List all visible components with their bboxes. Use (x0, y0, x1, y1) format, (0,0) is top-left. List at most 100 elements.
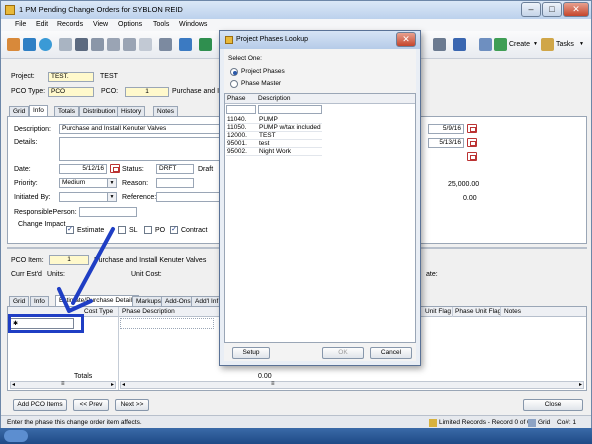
tab-info[interactable]: Info (29, 105, 48, 116)
phase-master-radio[interactable] (230, 80, 238, 88)
chevron-down-icon[interactable]: ▼ (107, 193, 116, 201)
col-phase[interactable]: Phase (227, 95, 245, 102)
po-checkbox[interactable] (144, 226, 152, 234)
open-icon[interactable] (59, 38, 72, 51)
create-icon[interactable] (494, 38, 507, 51)
list-item[interactable]: 11050. PUMP w/tax included (226, 124, 322, 132)
scroll-right-icon[interactable]: ▸ (579, 381, 582, 388)
calendar-icon[interactable] (110, 164, 120, 173)
options-icon[interactable] (433, 38, 446, 51)
prev-button[interactable]: << Prev (73, 399, 109, 411)
title-bar[interactable]: 1 PM Pending Change Orders for SYBLON RE… (1, 1, 591, 19)
attach-icon[interactable] (139, 38, 152, 51)
maximize-button[interactable]: □ (542, 2, 562, 17)
list-item[interactable]: 12000. TEST (226, 132, 322, 140)
tab-markups[interactable]: Markups (132, 296, 165, 306)
col-description[interactable]: Description (258, 95, 291, 102)
delete-icon[interactable] (91, 38, 104, 51)
project-phases-radio[interactable] (230, 68, 238, 76)
close-window-button[interactable]: ✕ (563, 2, 589, 17)
phase-description-cell[interactable] (120, 318, 214, 329)
description-filter[interactable] (258, 105, 322, 114)
settings-icon[interactable] (479, 38, 492, 51)
menu-file[interactable]: File (15, 21, 26, 28)
list-item[interactable]: 11040. PUMP (226, 116, 322, 124)
database-icon[interactable] (39, 38, 52, 51)
dialog-close-button[interactable]: ✕ (396, 32, 416, 47)
spell-check-icon[interactable] (199, 38, 212, 51)
menu-edit[interactable]: Edit (36, 21, 48, 28)
menu-view[interactable]: View (93, 21, 108, 28)
new-record-icon[interactable] (23, 38, 36, 51)
project-field[interactable]: TEST. (48, 72, 94, 82)
tab-history[interactable]: History (117, 106, 146, 116)
close-button[interactable]: Close (523, 399, 583, 411)
col-phase-description[interactable]: Phase Description (122, 308, 175, 315)
tab-grid-lower[interactable]: Grid (9, 296, 30, 306)
date-field[interactable]: 5/12/16 (59, 164, 107, 174)
phase-filter[interactable] (226, 105, 256, 114)
calendar-icon[interactable] (467, 152, 477, 161)
navigate-icon[interactable] (179, 38, 192, 51)
save-icon[interactable] (75, 38, 88, 51)
scroll-right-icon[interactable]: ▸ (111, 381, 114, 388)
responsible-person-field[interactable] (79, 207, 137, 217)
cancel-button[interactable]: Cancel (370, 347, 412, 359)
menu-options[interactable]: Options (118, 21, 142, 28)
tab-notes[interactable]: Notes (153, 106, 178, 116)
tab-add-ons[interactable]: Add-Ons (161, 296, 195, 306)
contract-checkbox[interactable]: ✓ (170, 226, 178, 234)
tab-grid[interactable]: Grid (9, 106, 30, 116)
tasks-icon[interactable] (541, 38, 554, 51)
tab-addl-info[interactable]: Add'l Inf (191, 296, 223, 306)
calendar-icon[interactable] (467, 124, 477, 133)
scrollbar-horizontal[interactable]: ◂ ≡ ▸ (120, 381, 584, 389)
col-unit-flag[interactable]: Unit Flag (425, 308, 451, 315)
menu-tools[interactable]: Tools (153, 21, 169, 28)
menu-records[interactable]: Records (57, 21, 83, 28)
home-icon[interactable] (7, 38, 20, 51)
scrollbar-horizontal[interactable]: ◂ ≡ ▸ (10, 381, 116, 389)
col-phase-unit-flag[interactable]: Phase Unit Flag (455, 308, 501, 315)
initiated-by-dropdown[interactable]: ▼ (59, 192, 117, 202)
scroll-left-icon[interactable]: ◂ (12, 381, 15, 388)
copy-icon[interactable] (107, 38, 120, 51)
minimize-button[interactable]: – (521, 2, 541, 17)
pco-type-field[interactable]: PCO (48, 87, 94, 97)
next-button[interactable]: Next >> (115, 399, 149, 411)
chevron-down-icon[interactable]: ▼ (579, 41, 584, 47)
start-button[interactable] (4, 430, 28, 442)
status-field[interactable]: DRFT (156, 164, 194, 174)
reason-field[interactable] (156, 178, 194, 188)
priority-dropdown[interactable]: Medium ▼ (59, 178, 117, 188)
add-pco-items-button[interactable]: Add PCO Items (13, 399, 67, 411)
scroll-thumb[interactable]: ≡ (271, 381, 275, 387)
print-icon[interactable] (159, 38, 172, 51)
dialog-title-bar[interactable]: Project Phases Lookup ✕ (220, 31, 420, 49)
reference-field[interactable] (156, 192, 220, 202)
scroll-thumb[interactable]: ≡ (61, 381, 65, 387)
create-menu[interactable]: Create (509, 41, 530, 48)
list-item[interactable]: 95002. Night Work (226, 148, 322, 156)
setup-button[interactable]: Setup (232, 347, 270, 359)
pco-field[interactable]: 1 (125, 87, 169, 97)
calendar-icon[interactable] (467, 138, 477, 147)
scroll-left-icon[interactable]: ◂ (122, 381, 125, 388)
ok-button[interactable]: OK (322, 347, 364, 359)
phase-rows: 11040. PUMP 11050. PUMP w/tax included 1… (226, 116, 322, 156)
select-one-label: Select One: (228, 55, 262, 62)
description-field[interactable]: Purchase and Install Kenuter Valves (59, 124, 229, 134)
right-date-field-1[interactable]: 5/9/16 (428, 124, 464, 134)
menu-windows[interactable]: Windows (179, 21, 207, 28)
paste-icon[interactable] (123, 38, 136, 51)
list-item[interactable]: 95001. test (226, 140, 322, 148)
chevron-down-icon[interactable]: ▼ (107, 179, 116, 187)
tasks-menu[interactable]: Tasks (556, 41, 574, 48)
details-field[interactable] (59, 137, 229, 161)
tab-totals[interactable]: Totals (54, 106, 79, 116)
col-notes[interactable]: Notes (504, 308, 521, 315)
edit-pen-icon[interactable] (453, 38, 466, 51)
chevron-down-icon[interactable]: ▼ (533, 41, 538, 47)
right-date-field-2[interactable]: 5/13/16 (428, 138, 464, 148)
tab-distribution[interactable]: Distribution (79, 106, 120, 116)
